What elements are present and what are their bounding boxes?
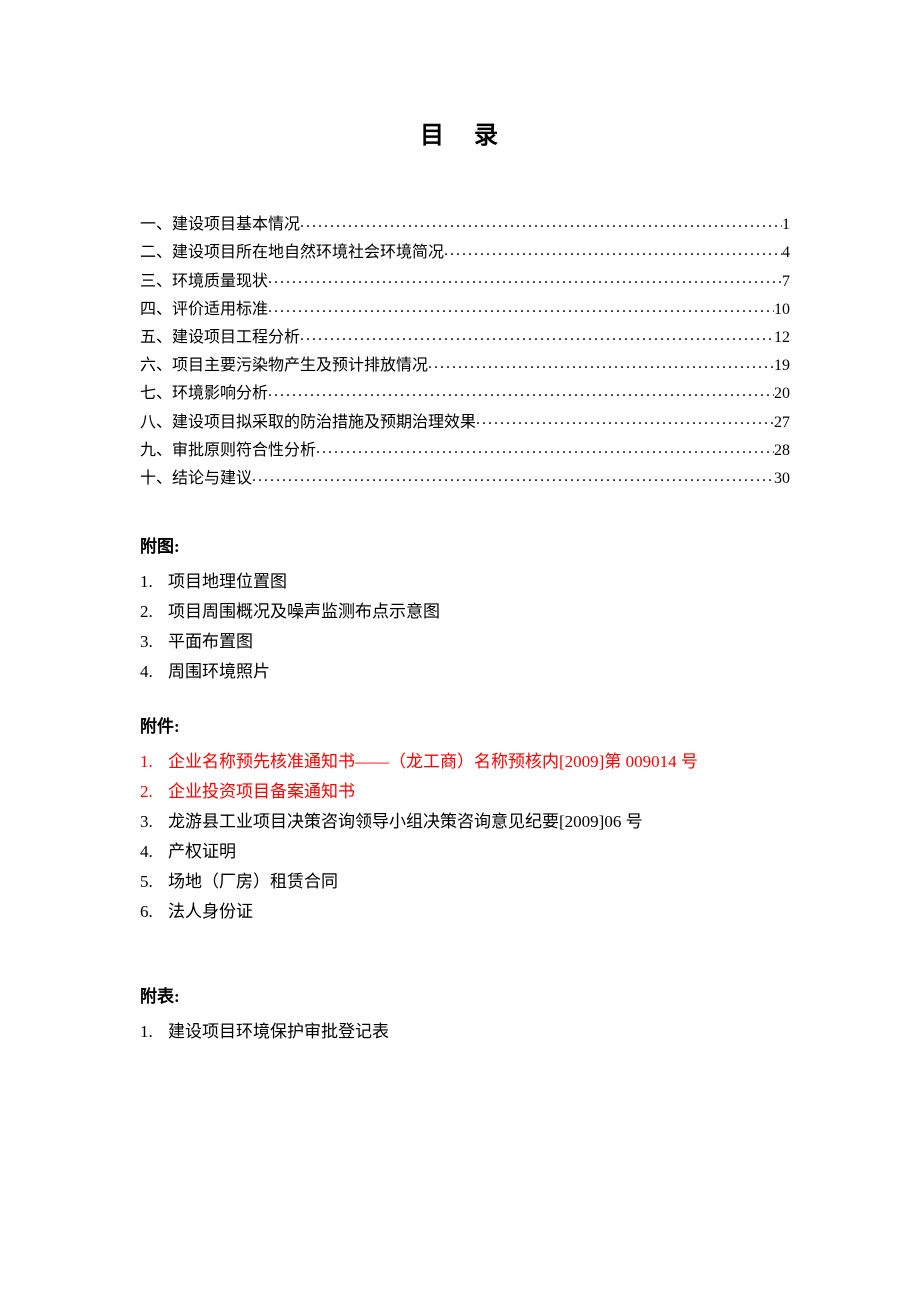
list-text: 项目周围概况及噪声监测布点示意图 — [168, 602, 440, 621]
list-number: 6. — [140, 897, 168, 927]
list-item: 1.企业名称预先核准通知书——（龙工商）名称预核内[2009]第 009014 … — [140, 747, 790, 777]
page-title: 目 录 — [140, 115, 790, 150]
list-number: 1. — [140, 747, 168, 777]
list-text: 建设项目环境保护审批登记表 — [168, 1022, 389, 1041]
section-heading-fubiao: 附表: — [140, 982, 790, 1007]
toc-leader — [300, 210, 782, 229]
toc-leader — [268, 379, 774, 398]
list-number: 3. — [140, 807, 168, 837]
toc-entry: 八、建设项目拟采取的防治措施及预期治理效果 27 — [140, 407, 790, 435]
toc-label: 八、建设项目拟采取的防治措施及预期治理效果 — [140, 410, 476, 436]
section-heading-fujian: 附件: — [140, 712, 790, 737]
toc-label: 七、环境影响分析 — [140, 381, 268, 407]
toc-label: 三、环境质量现状 — [140, 269, 268, 295]
toc-page: 10 — [774, 297, 790, 323]
list-item: 5.场地（厂房）租赁合同 — [140, 867, 790, 897]
toc-page: 4 — [782, 240, 790, 266]
toc-entry: 五、建设项目工程分析 12 — [140, 323, 790, 351]
toc-entry: 四、评价适用标准 10 — [140, 295, 790, 323]
toc-label: 二、建设项目所在地自然环境社会环境简况 — [140, 240, 444, 266]
toc-page: 1 — [782, 212, 790, 238]
list-item: 1.项目地理位置图 — [140, 567, 790, 597]
toc-entry: 一、建设项目基本情况 1 — [140, 210, 790, 238]
toc-page: 27 — [774, 410, 790, 436]
list-text: 平面布置图 — [168, 632, 253, 651]
list-text: 龙游县工业项目决策咨询领导小组决策咨询意见纪要[2009]06 号 — [168, 812, 643, 831]
list-item: 3.龙游县工业项目决策咨询领导小组决策咨询意见纪要[2009]06 号 — [140, 807, 790, 837]
toc-page: 20 — [774, 381, 790, 407]
toc-entry: 三、环境质量现状 7 — [140, 266, 790, 294]
toc-leader — [268, 295, 774, 314]
toc-label: 四、评价适用标准 — [140, 297, 268, 323]
list-item: 4.周围环境照片 — [140, 657, 790, 687]
list-item: 1.建设项目环境保护审批登记表 — [140, 1017, 790, 1047]
list-number: 3. — [140, 627, 168, 657]
list-item: 3.平面布置图 — [140, 627, 790, 657]
toc-leader — [300, 323, 774, 342]
list-number: 4. — [140, 837, 168, 867]
list-item: 6.法人身份证 — [140, 897, 790, 927]
list-number: 2. — [140, 777, 168, 807]
toc-page: 12 — [774, 325, 790, 351]
list-number: 4. — [140, 657, 168, 687]
toc-leader — [428, 351, 774, 370]
list-item: 2.项目周围概况及噪声监测布点示意图 — [140, 597, 790, 627]
list-text: 企业投资项目备案通知书 — [168, 782, 355, 801]
toc-leader — [316, 436, 774, 455]
toc-label: 一、建设项目基本情况 — [140, 212, 300, 238]
toc-entry: 十、结论与建议 30 — [140, 464, 790, 492]
list-text: 产权证明 — [168, 842, 236, 861]
toc-label: 五、建设项目工程分析 — [140, 325, 300, 351]
list-text: 场地（厂房）租赁合同 — [168, 872, 338, 891]
toc-page: 30 — [774, 466, 790, 492]
list-text: 项目地理位置图 — [168, 572, 287, 591]
toc-leader — [476, 407, 774, 426]
toc-entry: 九、审批原则符合性分析 28 — [140, 436, 790, 464]
list-number: 1. — [140, 1017, 168, 1047]
list-text: 周围环境照片 — [168, 662, 270, 681]
list-item: 4.产权证明 — [140, 837, 790, 867]
list-number: 2. — [140, 597, 168, 627]
toc-entry: 六、项目主要污染物产生及预计排放情况 19 — [140, 351, 790, 379]
toc-label: 十、结论与建议 — [140, 466, 252, 492]
toc-label: 九、审批原则符合性分析 — [140, 438, 316, 464]
toc-entry: 七、环境影响分析 20 — [140, 379, 790, 407]
toc-entry: 二、建设项目所在地自然环境社会环境简况 4 — [140, 238, 790, 266]
toc-leader — [444, 238, 782, 257]
list-text: 企业名称预先核准通知书——（龙工商）名称预核内[2009]第 009014 号 — [168, 752, 698, 771]
list-text: 法人身份证 — [168, 902, 253, 921]
toc-page: 28 — [774, 438, 790, 464]
toc-leader — [252, 464, 774, 483]
table-of-contents: 一、建设项目基本情况 1 二、建设项目所在地自然环境社会环境简况 4 三、环境质… — [140, 210, 790, 492]
toc-page: 19 — [774, 353, 790, 379]
list-number: 1. — [140, 567, 168, 597]
toc-page: 7 — [782, 269, 790, 295]
toc-leader — [268, 266, 782, 285]
section-heading-futu: 附图: — [140, 532, 790, 557]
list-item: 2.企业投资项目备案通知书 — [140, 777, 790, 807]
toc-label: 六、项目主要污染物产生及预计排放情况 — [140, 353, 428, 379]
list-number: 5. — [140, 867, 168, 897]
